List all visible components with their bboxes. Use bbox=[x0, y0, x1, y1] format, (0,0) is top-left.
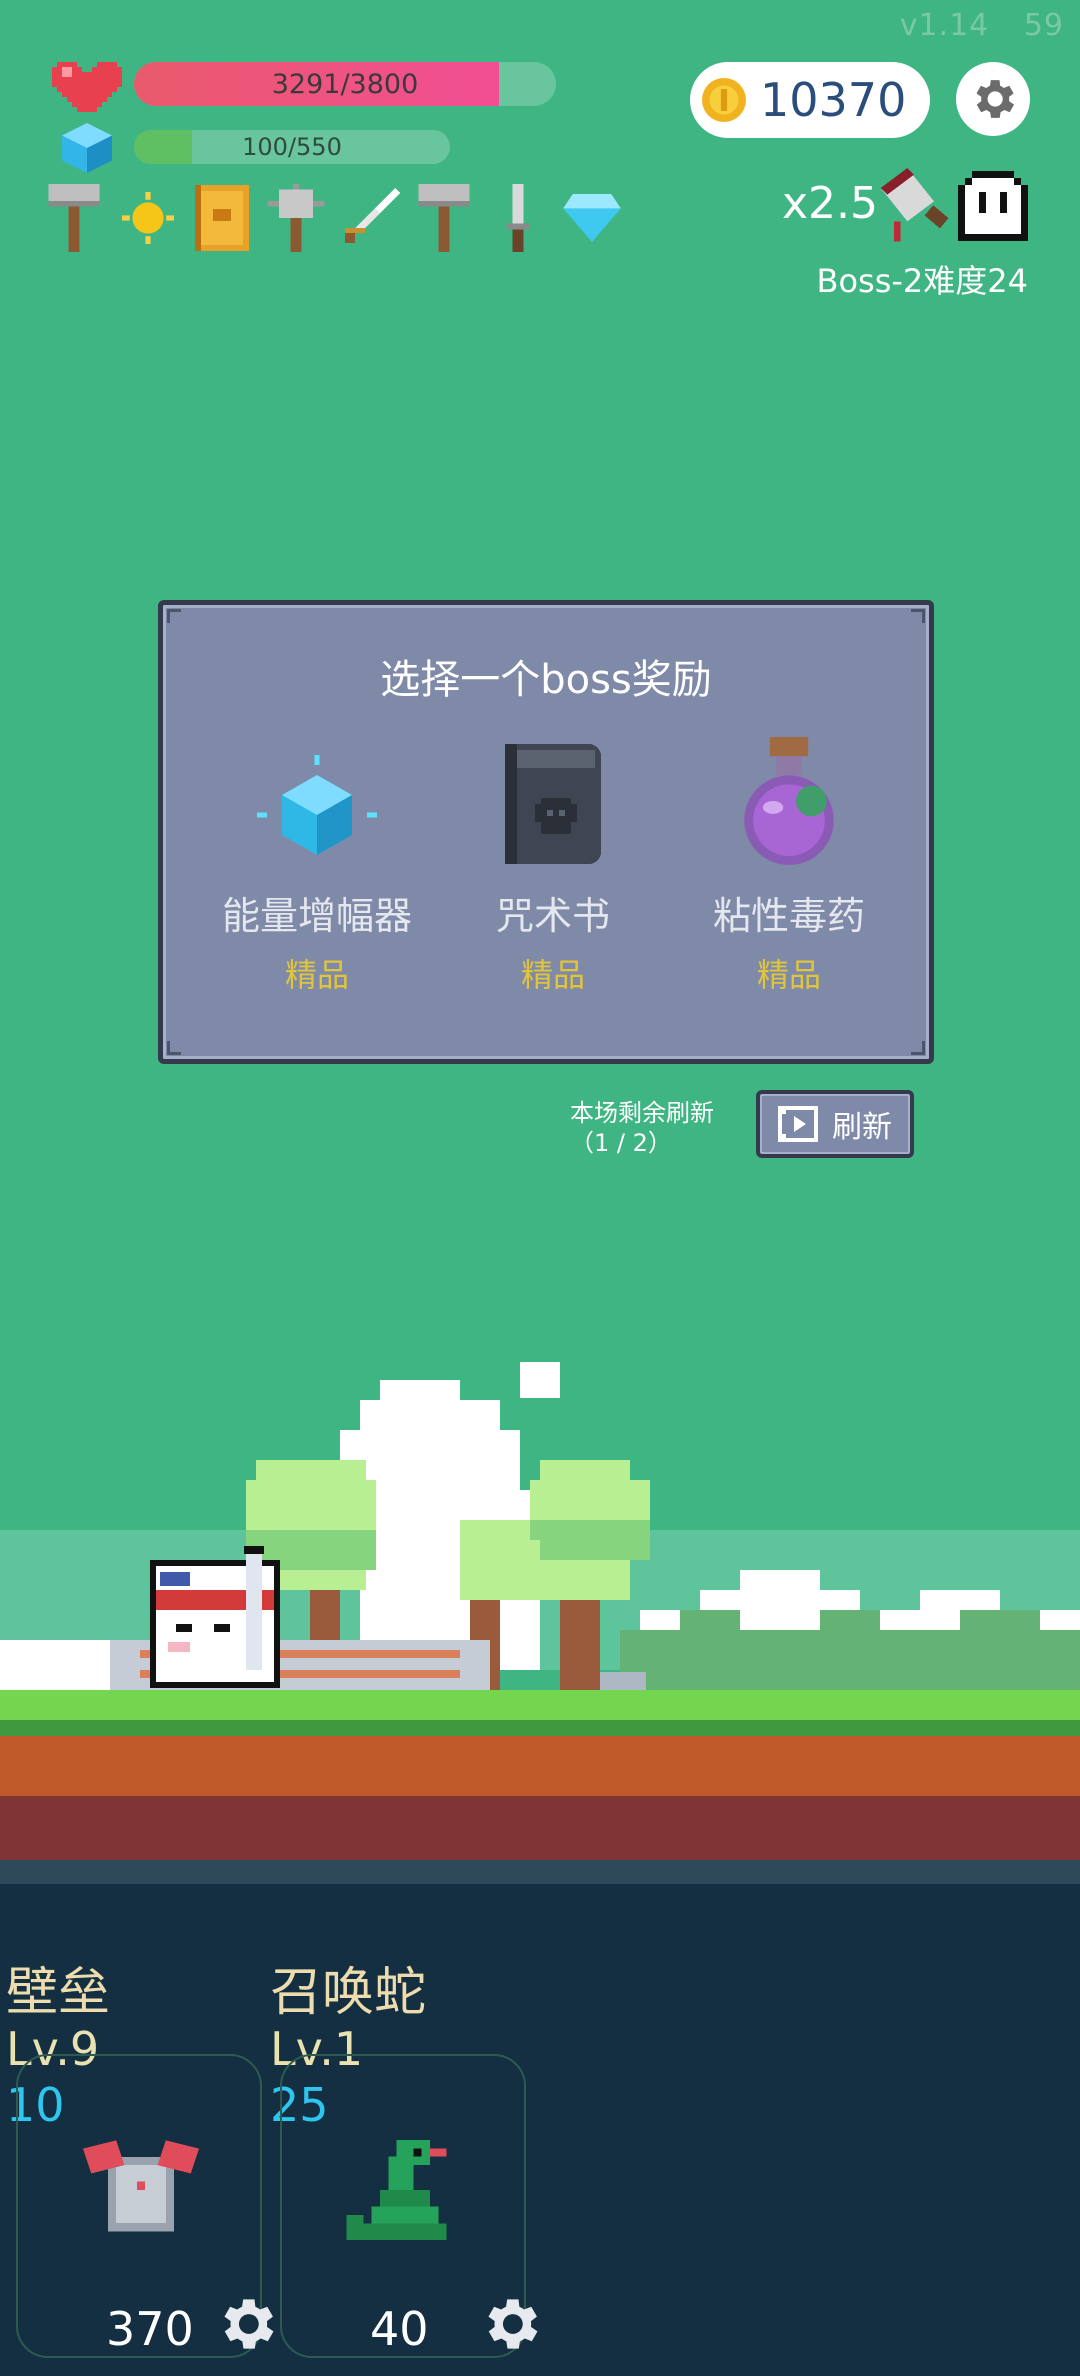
reward-name: 能量增幅器 bbox=[221, 894, 412, 938]
skill-cost: 40 bbox=[370, 2302, 429, 2356]
panel-corner bbox=[167, 1041, 181, 1055]
refresh-label: 刷新 bbox=[832, 1110, 892, 1145]
panel-corner bbox=[911, 1041, 925, 1055]
upgrade-gear-icon[interactable] bbox=[476, 2290, 544, 2358]
reward-option-sticky-poison[interactable]: 粘性毒药 精品 bbox=[671, 735, 907, 995]
skill-card-bulwark[interactable]: 壁垒 Lv.9 10 370 bbox=[6, 1950, 274, 2360]
diamond-icon[interactable] bbox=[562, 182, 622, 254]
hammer-icon[interactable] bbox=[44, 182, 104, 254]
reward-rarity: 精品 bbox=[756, 956, 821, 994]
poison-potion-icon bbox=[729, 735, 849, 865]
coin-value: 10370 bbox=[760, 73, 907, 127]
sun-amulet-icon[interactable] bbox=[118, 182, 178, 254]
refresh-remaining-text: 本场剩余刷新 （1 / 2） bbox=[570, 1099, 714, 1157]
mana-text: 100/550 bbox=[242, 133, 342, 161]
panel-corner bbox=[911, 609, 925, 623]
skill-name: 召唤蛇 bbox=[270, 1963, 427, 2023]
energy-crystal-icon bbox=[257, 735, 377, 865]
crown-book-icon[interactable] bbox=[192, 182, 252, 254]
game-speed-label[interactable]: x2.5 bbox=[782, 178, 878, 229]
panel-corner bbox=[167, 609, 181, 623]
snake-icon bbox=[340, 2130, 470, 2250]
coin-icon bbox=[702, 78, 746, 122]
reward-option-curse-book[interactable]: 咒术书 精品 bbox=[435, 735, 671, 995]
gear-icon bbox=[976, 80, 1015, 118]
reward-name: 咒术书 bbox=[495, 894, 610, 938]
equipment-row bbox=[44, 178, 622, 258]
sword-icon[interactable] bbox=[340, 182, 400, 254]
fps-text: 59 bbox=[1023, 8, 1064, 43]
video-ad-icon bbox=[778, 1106, 818, 1142]
dagger-icon[interactable] bbox=[488, 182, 548, 254]
skill-name: 壁垒 bbox=[6, 1963, 111, 2023]
mana-bar: 100/550 bbox=[134, 130, 450, 164]
version-label: v1.14 59 bbox=[900, 8, 1064, 43]
ghost-boss-icon[interactable] bbox=[958, 170, 1028, 242]
reward-rarity: 精品 bbox=[284, 956, 349, 994]
mana-crystal-icon bbox=[62, 122, 112, 174]
hammer-icon[interactable] bbox=[414, 182, 474, 254]
skull-book-icon bbox=[493, 735, 613, 865]
game-scene bbox=[0, 1360, 1080, 1900]
hp-text: 3291/3800 bbox=[271, 68, 419, 100]
coin-counter: 10370 bbox=[690, 62, 930, 138]
refresh-button[interactable]: 刷新 bbox=[756, 1090, 914, 1158]
heart-icon bbox=[52, 56, 122, 118]
skill-cost: 370 bbox=[106, 2302, 194, 2356]
boss-difficulty-label: Boss-2难度24 bbox=[816, 262, 1028, 300]
reward-rarity: 精品 bbox=[520, 956, 585, 994]
reward-name: 粘性毒药 bbox=[712, 894, 865, 938]
cleaver-icon[interactable] bbox=[874, 168, 954, 248]
reward-title: 选择一个boss奖励 bbox=[380, 657, 712, 703]
spiked-mace-icon[interactable] bbox=[266, 182, 326, 254]
version-text: v1.14 bbox=[899, 8, 990, 43]
hp-bar: 3291/3800 bbox=[134, 62, 556, 106]
skill-card-summon-snake[interactable]: 召唤蛇 Lv.1 25 40 bbox=[270, 1950, 538, 2360]
reward-option-energy-amplifier[interactable]: 能量增幅器 精品 bbox=[199, 735, 435, 995]
boss-reward-dialog: 选择一个boss奖励 能量增幅器 精品 咒术书 精品 粘性毒药 精品 bbox=[158, 600, 934, 1064]
settings-button[interactable] bbox=[956, 62, 1030, 136]
armor-icon bbox=[76, 2130, 206, 2250]
